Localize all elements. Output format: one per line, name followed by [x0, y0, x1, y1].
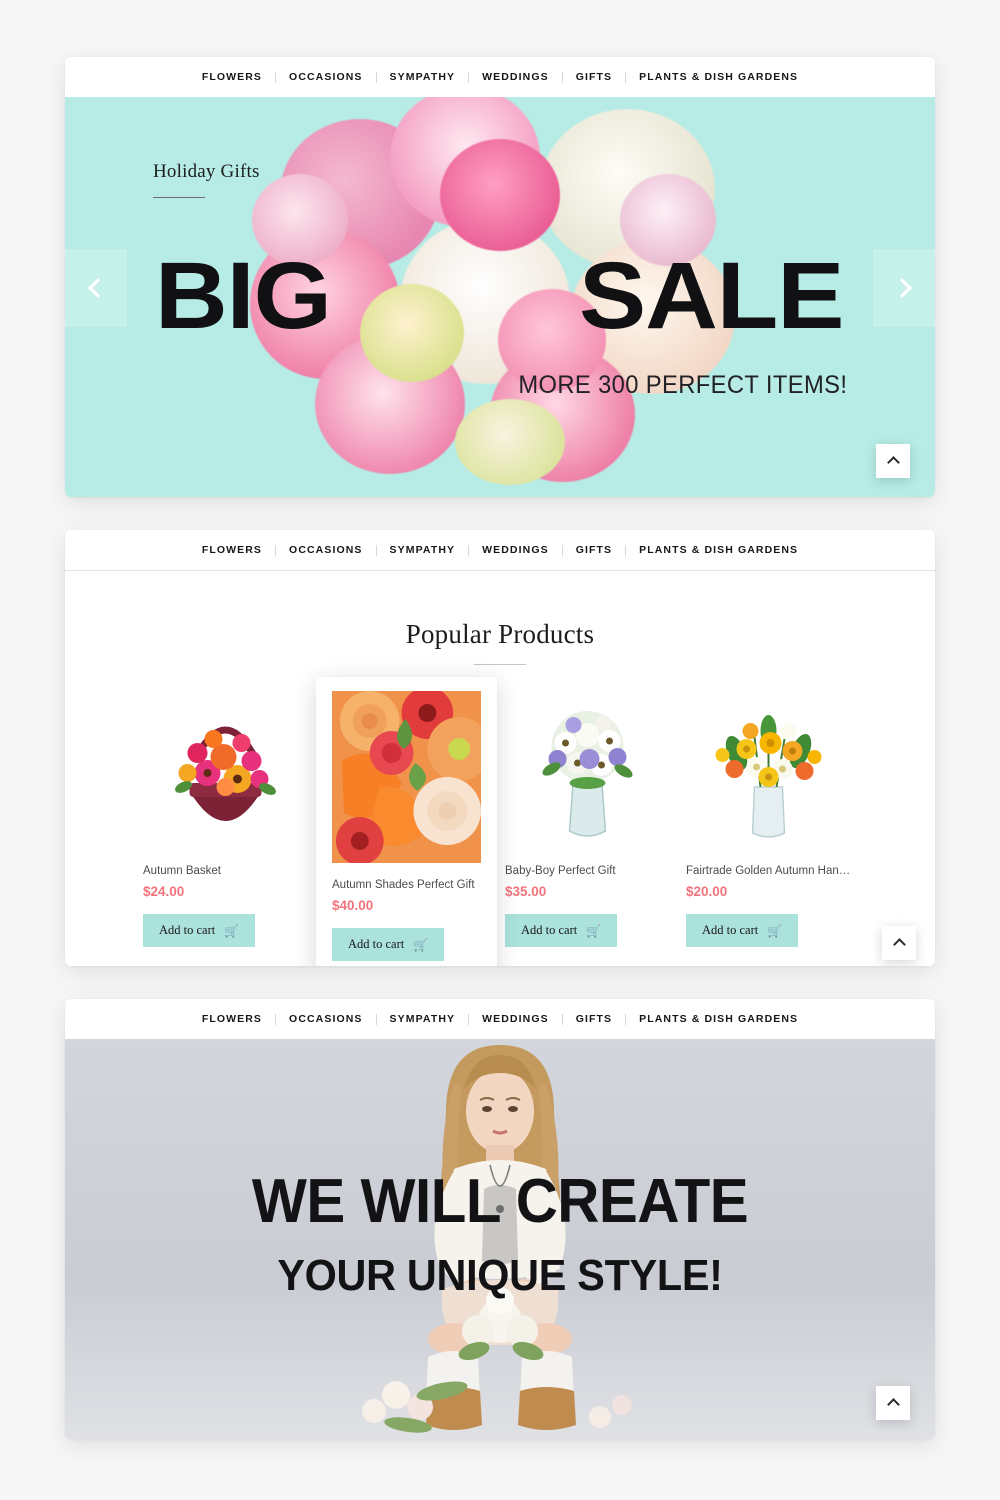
shopping-cart-icon: 🛒: [224, 923, 240, 938]
carousel-prev-button[interactable]: [65, 249, 127, 327]
style-headline: WE WILL CREATE: [251, 1167, 749, 1236]
navbar-hero: FLOWERS OCCASIONS SYMPATHY WEDDINGS GIFT…: [65, 57, 935, 97]
chevron-up-icon: [886, 456, 900, 469]
nav-item-flowers[interactable]: FLOWERS: [189, 71, 275, 83]
product-image-autumn-shades-perfect-gift: [332, 691, 481, 863]
style-banner: WE WILL CREATE YOUR UNIQUE STYLE!: [65, 1039, 935, 1439]
nav-list: FLOWERS OCCASIONS SYMPATHY WEDDINGS GIFT…: [189, 71, 811, 83]
product-price: $40.00: [332, 898, 374, 913]
scroll-to-top-button-products[interactable]: [882, 926, 916, 960]
product-card[interactable]: Autumn Basket $24.00 Add to cart 🛒: [135, 691, 316, 966]
shopping-cart-icon: 🛒: [586, 923, 602, 938]
products-section: FLOWERS OCCASIONS SYMPATHY WEDDINGS GIFT…: [65, 530, 935, 966]
nav-item-occasions[interactable]: OCCASIONS: [276, 1013, 376, 1025]
product-card-featured[interactable]: Autumn Shades Perfect Gift $40.00 Add to…: [316, 677, 497, 966]
product-grid: Autumn Basket $24.00 Add to cart 🛒 Autum…: [65, 677, 935, 966]
hero-headline-left: BIG: [155, 243, 332, 349]
chevron-right-icon: [892, 278, 912, 298]
shopping-cart-icon: 🛒: [767, 923, 783, 938]
style-section: FLOWERS OCCASIONS SYMPATHY WEDDINGS GIFT…: [65, 999, 935, 1439]
nav-item-gifts[interactable]: GIFTS: [563, 1013, 625, 1025]
nav-item-sympathy[interactable]: SYMPATHY: [377, 544, 469, 556]
product-price: $35.00: [505, 884, 547, 899]
add-to-cart-label: Add to cart: [348, 937, 405, 951]
chevron-up-icon: [892, 938, 906, 951]
add-to-cart-button[interactable]: Add to cart 🛒: [332, 928, 445, 961]
hero-divider: [153, 197, 205, 198]
nav-item-weddings[interactable]: WEDDINGS: [469, 544, 562, 556]
product-image-baby-boy-perfect-gift: [505, 691, 670, 849]
add-to-cart-label: Add to cart: [159, 923, 216, 937]
nav-item-flowers[interactable]: FLOWERS: [189, 1013, 275, 1025]
style-subheadline: YOUR UNIQUE STYLE!: [277, 1251, 723, 1300]
scroll-to-top-button-hero[interactable]: [876, 444, 910, 478]
product-price: $24.00: [143, 884, 185, 899]
navbar-products: FLOWERS OCCASIONS SYMPATHY WEDDINGS GIFT…: [65, 530, 935, 570]
nav-item-sympathy[interactable]: SYMPATHY: [377, 1013, 469, 1025]
product-price: $20.00: [686, 884, 728, 899]
add-to-cart-label: Add to cart: [702, 923, 759, 937]
product-card[interactable]: Baby-Boy Perfect Gift $35.00 Add to cart…: [497, 691, 678, 966]
shopping-cart-icon: 🛒: [413, 937, 429, 952]
product-name: Autumn Shades Perfect Gift: [332, 879, 475, 891]
section-title: Popular Products: [405, 619, 595, 649]
product-name: Fairtrade Golden Autumn Hand t...: [686, 865, 851, 877]
add-to-cart-button[interactable]: Add to cart 🛒: [686, 914, 799, 947]
chevron-left-icon: [88, 278, 108, 298]
add-to-cart-button[interactable]: Add to cart 🛒: [505, 914, 618, 947]
model-photo: [350, 1039, 650, 1439]
nav-item-plants-dish-gardens[interactable]: PLANTS & DISH GARDENS: [626, 544, 811, 556]
nav-item-flowers[interactable]: FLOWERS: [189, 544, 275, 556]
section-title-divider: [474, 664, 526, 665]
hero-slide: Holiday Gifts BIG SALE MORE 300 PERFECT …: [65, 97, 935, 497]
hero-subheadline: MORE 300 PERFECT ITEMS!: [518, 371, 847, 399]
product-name: Autumn Basket: [143, 865, 221, 877]
navbar-style: FLOWERS OCCASIONS SYMPATHY WEDDINGS GIFT…: [65, 999, 935, 1039]
product-image-fairtrade-golden-autumn: [686, 691, 851, 849]
nav-item-occasions[interactable]: OCCASIONS: [276, 544, 376, 556]
add-to-cart-button[interactable]: Add to cart 🛒: [143, 914, 256, 947]
nav-item-plants-dish-gardens[interactable]: PLANTS & DISH GARDENS: [626, 1013, 811, 1025]
page-root: FLOWERS OCCASIONS SYMPATHY WEDDINGS GIFT…: [0, 0, 1000, 1500]
nav-list: FLOWERS OCCASIONS SYMPATHY WEDDINGS GIFT…: [189, 1013, 811, 1025]
product-card[interactable]: Fairtrade Golden Autumn Hand t... $20.00…: [678, 691, 859, 966]
hero-headline-right: SALE: [578, 243, 844, 349]
nav-list: FLOWERS OCCASIONS SYMPATHY WEDDINGS GIFT…: [189, 544, 811, 556]
hero-section: FLOWERS OCCASIONS SYMPATHY WEDDINGS GIFT…: [65, 57, 935, 497]
product-name: Baby-Boy Perfect Gift: [505, 865, 616, 877]
hero-eyebrow: Holiday Gifts: [153, 161, 260, 182]
nav-divider: [65, 570, 935, 571]
product-image-autumn-basket: [143, 691, 308, 849]
nav-item-weddings[interactable]: WEDDINGS: [469, 71, 562, 83]
nav-item-weddings[interactable]: WEDDINGS: [469, 1013, 562, 1025]
nav-item-gifts[interactable]: GIFTS: [563, 544, 625, 556]
scroll-to-top-button-style[interactable]: [876, 1386, 910, 1420]
carousel-next-button[interactable]: [873, 249, 935, 327]
nav-item-gifts[interactable]: GIFTS: [563, 71, 625, 83]
add-to-cart-label: Add to cart: [521, 923, 578, 937]
nav-item-sympathy[interactable]: SYMPATHY: [377, 71, 469, 83]
chevron-up-icon: [886, 1398, 900, 1411]
nav-item-occasions[interactable]: OCCASIONS: [276, 71, 376, 83]
nav-item-plants-dish-gardens[interactable]: PLANTS & DISH GARDENS: [626, 71, 811, 83]
